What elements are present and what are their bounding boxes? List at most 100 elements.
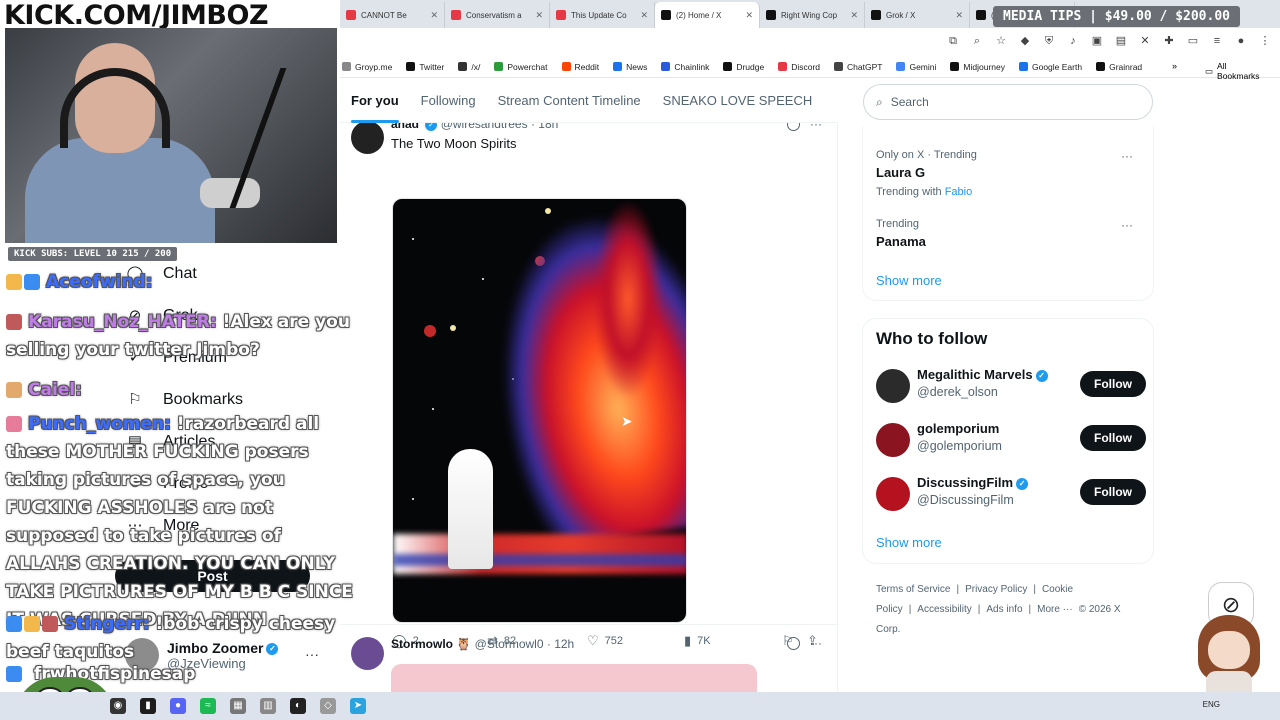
show-more-link[interactable]: Show more [876, 273, 1141, 288]
trend-item[interactable]: Only on X · Trending Laura G Trending wi… [876, 149, 1141, 198]
browser-tab[interactable]: Conservatism a ✕ [445, 2, 550, 28]
extension-icon[interactable]: ▤ [1114, 34, 1128, 48]
extension-icon[interactable]: ◆ [1018, 34, 1032, 48]
follow-button[interactable]: Follow [1080, 371, 1146, 397]
avatar[interactable] [351, 121, 384, 154]
show-more-link[interactable]: Show more [876, 535, 1141, 550]
browser-tab[interactable]: CANNOT Be ✕ [340, 2, 445, 28]
x-extension-icon[interactable]: ✕ [1138, 34, 1152, 48]
more-icon[interactable]: ··· [810, 636, 822, 650]
tweet-author-handle[interactable]: @Stormowl0 [475, 637, 544, 651]
zoom-icon[interactable]: ⌕ [970, 34, 984, 48]
chevron-right-icon[interactable]: » [1172, 61, 1177, 71]
search-input[interactable]: ⌕ Search [863, 84, 1153, 120]
footer-link[interactable]: Accessibility [917, 604, 971, 615]
trend-link[interactable]: Fabio [945, 186, 973, 198]
feed-tab[interactable]: Stream Content Timeline [487, 79, 652, 123]
grok-icon[interactable] [787, 637, 800, 650]
bookmark-item[interactable]: News [613, 62, 647, 72]
app-icon[interactable]: ▥ [260, 698, 276, 714]
footer-link[interactable]: Terms of Service [876, 584, 950, 595]
tweet-author-name[interactable]: Stormowlo [391, 637, 453, 651]
obs-icon[interactable]: ◐ [290, 698, 306, 714]
follow-button[interactable]: Follow [1080, 479, 1146, 505]
shield-icon[interactable]: ⛨ [1042, 34, 1056, 48]
close-icon[interactable]: ✕ [430, 10, 438, 21]
bookmark-favicon-icon [458, 62, 468, 71]
avatar[interactable] [876, 477, 910, 511]
window-icon[interactable]: ▭ [1186, 34, 1200, 48]
screenshot-icon[interactable]: ⧉ [946, 34, 960, 48]
puzzle-icon[interactable]: ✚ [1162, 34, 1176, 48]
media-tips-banner: MEDIA TIPS | $49.00 / $200.00 [993, 6, 1240, 27]
feed-tab[interactable]: SNEAKO LOVE SPEECH [652, 79, 824, 123]
tweet-time[interactable]: · 12h [547, 637, 574, 651]
more-icon[interactable]: ··· [1121, 149, 1133, 163]
avatar[interactable] [876, 423, 910, 457]
bookmark-item[interactable]: Chainlink [661, 62, 709, 72]
language-indicator[interactable]: ENG [1203, 700, 1220, 709]
follow-suggestion[interactable]: DiscussingFilm ✓ @DiscussingFilm Follow [876, 475, 1146, 515]
extension-icon[interactable]: ▣ [1090, 34, 1104, 48]
suggestion-name[interactable]: Megalithic Marvels ✓ [917, 367, 1048, 382]
audio-icon[interactable]: ♪ [1066, 34, 1080, 48]
bookmark-item[interactable]: Powerchat [494, 62, 548, 72]
footer-separator: | [908, 604, 912, 615]
browser-tab[interactable]: Right Wing Cop ✕ [760, 2, 865, 28]
footer-link[interactable]: Ads info [986, 604, 1022, 615]
all-bookmarks[interactable]: ▭ All Bookmarks [1205, 61, 1270, 81]
who-to-follow-card: Who to follow Megalithic Marvels ✓ @derek_… [862, 318, 1154, 564]
bookmark-favicon-icon [778, 62, 788, 71]
trend-item[interactable]: Trending Panama ··· [876, 218, 1141, 249]
profile-icon[interactable]: ● [1234, 34, 1248, 48]
feed-tab[interactable]: Following [410, 79, 487, 123]
star-icon[interactable]: ☆ [994, 34, 1008, 48]
bookmark-label: Gemini [909, 61, 937, 72]
bookmark-item[interactable]: Discord [778, 62, 820, 72]
tweet-image[interactable]: ➤ [392, 198, 687, 623]
bookmark-item[interactable]: Twitter [406, 62, 444, 72]
bookmark-item[interactable]: Google Earth [1018, 62, 1082, 72]
bookmark-favicon-icon [406, 62, 416, 71]
app-icon[interactable]: ▦ [230, 698, 246, 714]
app-icon[interactable]: ◇ [320, 698, 336, 714]
suggestion-name[interactable]: DiscussingFilm ✓ [917, 475, 1029, 490]
footer-link[interactable]: More ··· [1037, 604, 1073, 615]
bookmark-item[interactable]: Drudge [723, 62, 764, 72]
tweet[interactable]: Stormowlo 🦉 @Stormowl0 · 12h ··· [340, 624, 838, 704]
avatar[interactable] [876, 369, 910, 403]
bookmarks-bar: Groyp.me Twitter/x/Powerchat Reddit News Cha… [340, 56, 1280, 78]
bookmark-item[interactable]: Midjourney [950, 62, 1005, 72]
bookmark-item[interactable]: ChatGPT [834, 62, 882, 72]
terminal-icon[interactable]: ▮ [140, 698, 156, 714]
bookmark-item[interactable]: /x/ [458, 62, 480, 72]
follow-suggestion[interactable]: golemporium @golemporium Follow [876, 421, 1146, 461]
close-icon[interactable]: ✕ [955, 10, 963, 21]
bookmark-item[interactable]: Grainrad [1096, 62, 1142, 72]
browser-tab[interactable]: Grok / X ✕ [865, 2, 970, 28]
suggestion-name[interactable]: golemporium [917, 421, 999, 436]
address-bar[interactable]: ⧉ ⌕ ☆ ◆ ⛨ ♪ ▣ ▤ ✕ ✚ ▭ ≡ ● ⋮ [340, 28, 1280, 56]
telegram-icon[interactable]: ➤ [350, 698, 366, 714]
bookmark-item[interactable]: Reddit [561, 62, 599, 72]
feed-tab[interactable]: For you [340, 79, 410, 123]
chat-username: Stingerr: [64, 614, 150, 634]
close-icon[interactable]: ✕ [745, 10, 753, 21]
spotify-icon[interactable]: ≈ [200, 698, 216, 714]
browser-tab[interactable]: (2) Home / X ✕ [655, 2, 760, 28]
follow-button[interactable]: Follow [1080, 425, 1146, 451]
close-icon[interactable]: ✕ [850, 10, 858, 21]
bookmark-label: News [626, 61, 648, 72]
bookmark-item[interactable]: Gemini [896, 62, 936, 72]
close-icon[interactable]: ✕ [535, 10, 543, 21]
more-icon[interactable]: ⋮ [1258, 34, 1272, 48]
footer-link[interactable]: Privacy Policy [965, 584, 1027, 595]
more-icon[interactable]: ··· [1121, 218, 1133, 232]
steam-icon[interactable]: ◉ [110, 698, 126, 714]
browser-tab[interactable]: This Update Co ✕ [550, 2, 655, 28]
close-icon[interactable]: ✕ [640, 10, 648, 21]
menu-icon[interactable]: ≡ [1210, 34, 1224, 48]
follow-suggestion[interactable]: Megalithic Marvels ✓ @derek_olson Follow [876, 367, 1146, 407]
discord-icon[interactable]: ● [170, 698, 186, 714]
bookmark-favicon-icon [561, 62, 571, 71]
